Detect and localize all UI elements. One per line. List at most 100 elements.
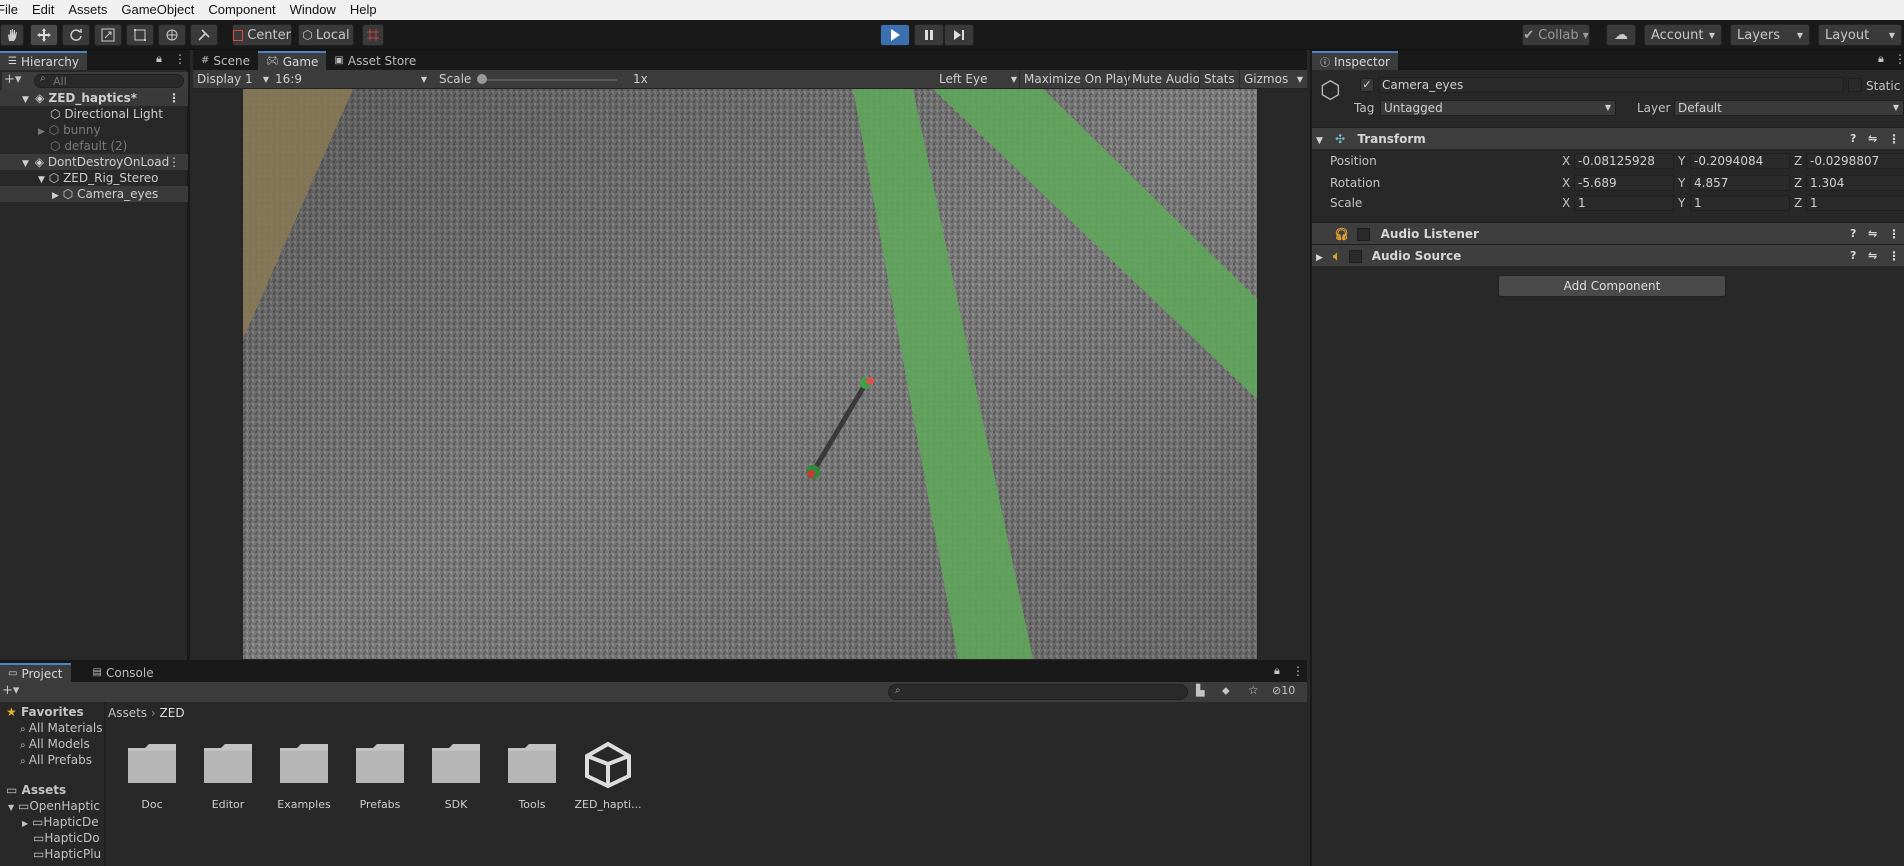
filter-by-label-icon[interactable]: ⬥ [1222,684,1230,698]
breadcrumb-assets[interactable]: Assets [108,706,147,720]
tree-item-openhaptic[interactable]: ▼ ▭OpenHaptic [8,799,100,813]
scale-z-field[interactable]: 1 [1806,195,1904,211]
hand-tool-button[interactable] [0,24,24,46]
tab-hierarchy[interactable]: ☰ Hierarchy [0,51,87,70]
lock-icon[interactable]: 🔒︎ [156,52,162,66]
menu-gameobject[interactable]: GameObject [114,0,201,20]
add-component-button[interactable]: Add Component [1498,275,1726,297]
kebab-menu-icon[interactable]: ⋮ [1888,128,1900,150]
asset-folder[interactable]: Prefabs [345,742,415,811]
kebab-menu-icon[interactable]: ⋮ [1888,223,1900,245]
asset-folder[interactable]: Editor [193,742,263,811]
assets-section[interactable]: ▭ Assets [6,783,66,797]
expand-arrow-icon[interactable]: ▼ [38,175,45,185]
menu-file[interactable]: File [0,0,25,20]
tree-item-hapticdo[interactable]: ▭HapticDo [33,831,100,845]
active-checkbox[interactable]: ✓ [1360,78,1374,92]
eye-dropdown[interactable]: Left Eye ▼ [939,71,1019,88]
tab-inspector[interactable]: ⓘ Inspector [1312,51,1398,70]
rotation-z-field[interactable]: 1.304 [1806,175,1904,191]
kebab-menu-icon[interactable]: ⋮ [168,154,180,170]
hierarchy-item-bunny[interactable]: ▶ ⬡ bunny [0,122,188,138]
expand-arrow-icon[interactable]: ▶ [38,127,45,137]
favorite-all-models[interactable]: ⌕ All Models [20,737,90,751]
play-button[interactable] [880,24,910,46]
position-x-field[interactable]: -0.08125928 [1574,153,1674,169]
rotate-tool-button[interactable] [62,24,90,46]
favorites-section[interactable]: ★ Favorites [6,705,84,719]
rect-tool-button[interactable] [126,24,154,46]
tree-item-hapticplu[interactable]: ▭HapticPlu [33,847,101,861]
game-viewport[interactable] [243,89,1257,659]
hidden-packages-button[interactable]: ⊘10 [1272,684,1295,697]
add-icon[interactable]: +▾ [4,72,21,87]
expand-arrow-icon[interactable]: ▶ [1316,253,1323,263]
asset-folder[interactable]: Tools [497,742,567,811]
account-dropdown[interactable]: Account ▼ [1644,24,1722,46]
tab-project[interactable]: ▭ Project [0,663,71,682]
hierarchy-search-input[interactable] [34,74,184,88]
maximize-on-play-toggle[interactable]: Maximize On Play [1019,71,1135,88]
static-checkbox[interactable] [1848,78,1862,92]
pause-button[interactable] [914,24,944,46]
kebab-menu-icon[interactable]: ⋮ [1292,664,1304,678]
tab-scene[interactable]: # Scene [193,51,258,70]
rotation-y-field[interactable]: 4.857 [1690,175,1790,191]
kebab-menu-icon[interactable]: ⋮ [1894,52,1904,66]
gizmos-dropdown[interactable]: Gizmos ▼ [1239,71,1307,88]
layout-dropdown[interactable]: Layout ▼ [1818,24,1902,46]
hierarchy-item-zed-rig-stereo[interactable]: ▼ ⬡ ZED_Rig_Stereo [0,170,188,186]
asset-scene-file[interactable]: ZED_hapti... [573,741,643,811]
transform-tool-button[interactable] [158,24,186,46]
asset-folder[interactable]: Doc [117,742,187,811]
custom-tool-button[interactable] [190,24,218,46]
menu-window[interactable]: Window [283,0,343,20]
audio-source-checkbox[interactable] [1348,250,1362,263]
menu-assets[interactable]: Assets [61,0,114,20]
project-search-input[interactable]: ⌕ [888,684,1188,700]
step-button[interactable] [944,24,974,46]
position-z-field[interactable]: -0.0298807 [1806,153,1904,169]
hierarchy-scene-dontdestroyonload[interactable]: ▼ ◈ DontDestroyOnLoad ⋮ [0,154,188,170]
hierarchy-item-directional-light[interactable]: ⬡ Directional Light [0,106,188,122]
scale-x-field[interactable]: 1 [1574,195,1674,211]
preset-sliders-icon[interactable]: ⇋ [1868,223,1877,245]
aspect-dropdown[interactable]: 16:9 ▼ [275,71,429,88]
asset-folder[interactable]: SDK [421,742,491,811]
audio-listener-header[interactable]: 🎧︎ Audio Listener ? ⇋ ⋮ [1312,222,1904,244]
hierarchy-scene-zed-haptics[interactable]: ▼ ◈ ZED_haptics* ⋮ [0,90,188,106]
hierarchy-item-default-2[interactable]: ⬡ default (2) [0,138,188,154]
tab-game[interactable]: 🎮︎ Game [257,51,327,70]
layers-dropdown[interactable]: Layers ▼ [1730,24,1810,46]
scale-y-field[interactable]: 1 [1690,195,1790,211]
lock-icon[interactable]: 🔒︎ [1274,664,1280,678]
expand-arrow-icon[interactable]: ▼ [22,95,29,105]
rotation-x-field[interactable]: -5.689 [1574,175,1674,191]
cloud-button[interactable]: ☁ [1606,24,1636,46]
pivot-local-button[interactable]: ⬡ Local [298,24,354,46]
scale-tool-button[interactable] [94,24,122,46]
expand-arrow-icon[interactable]: ▶ [22,819,28,828]
menu-edit[interactable]: Edit [25,0,61,20]
tree-item-hapticde[interactable]: ▶ ▭HapticDe [22,815,99,829]
help-icon[interactable]: ? [1850,245,1856,267]
transform-header[interactable]: ▼ ✣ Transform ? ⇋ ⋮ [1312,127,1904,149]
filter-by-type-icon[interactable]: ▙ [1196,684,1204,697]
tab-console[interactable]: ▤ Console [85,663,162,682]
tag-dropdown[interactable]: Untagged ▼ [1380,100,1616,116]
asset-folder[interactable]: Examples [269,742,339,811]
scale-slider-track[interactable] [477,79,617,81]
menu-component[interactable]: Component [201,0,282,20]
collab-dropdown[interactable]: ✔ Collab ▼ [1522,24,1590,46]
mute-audio-toggle[interactable]: Mute Audio [1127,71,1204,88]
audio-source-header[interactable]: ▶ 🔈︎ Audio Source ? ⇋ ⋮ [1312,244,1904,266]
add-icon[interactable]: +▾ [2,683,19,698]
expand-arrow-icon[interactable]: ▼ [8,803,14,812]
lock-icon[interactable]: 🔒︎ [1878,52,1884,66]
help-icon[interactable]: ? [1850,128,1856,150]
expand-arrow-icon[interactable]: ▼ [22,159,29,169]
favorite-all-prefabs[interactable]: ⌕ All Prefabs [20,753,92,767]
kebab-menu-icon[interactable]: ⋮ [1888,245,1900,267]
favorite-all-materials[interactable]: ⌕ All Materials [20,721,102,735]
favorite-star-icon[interactable]: ☆ [1248,683,1259,697]
